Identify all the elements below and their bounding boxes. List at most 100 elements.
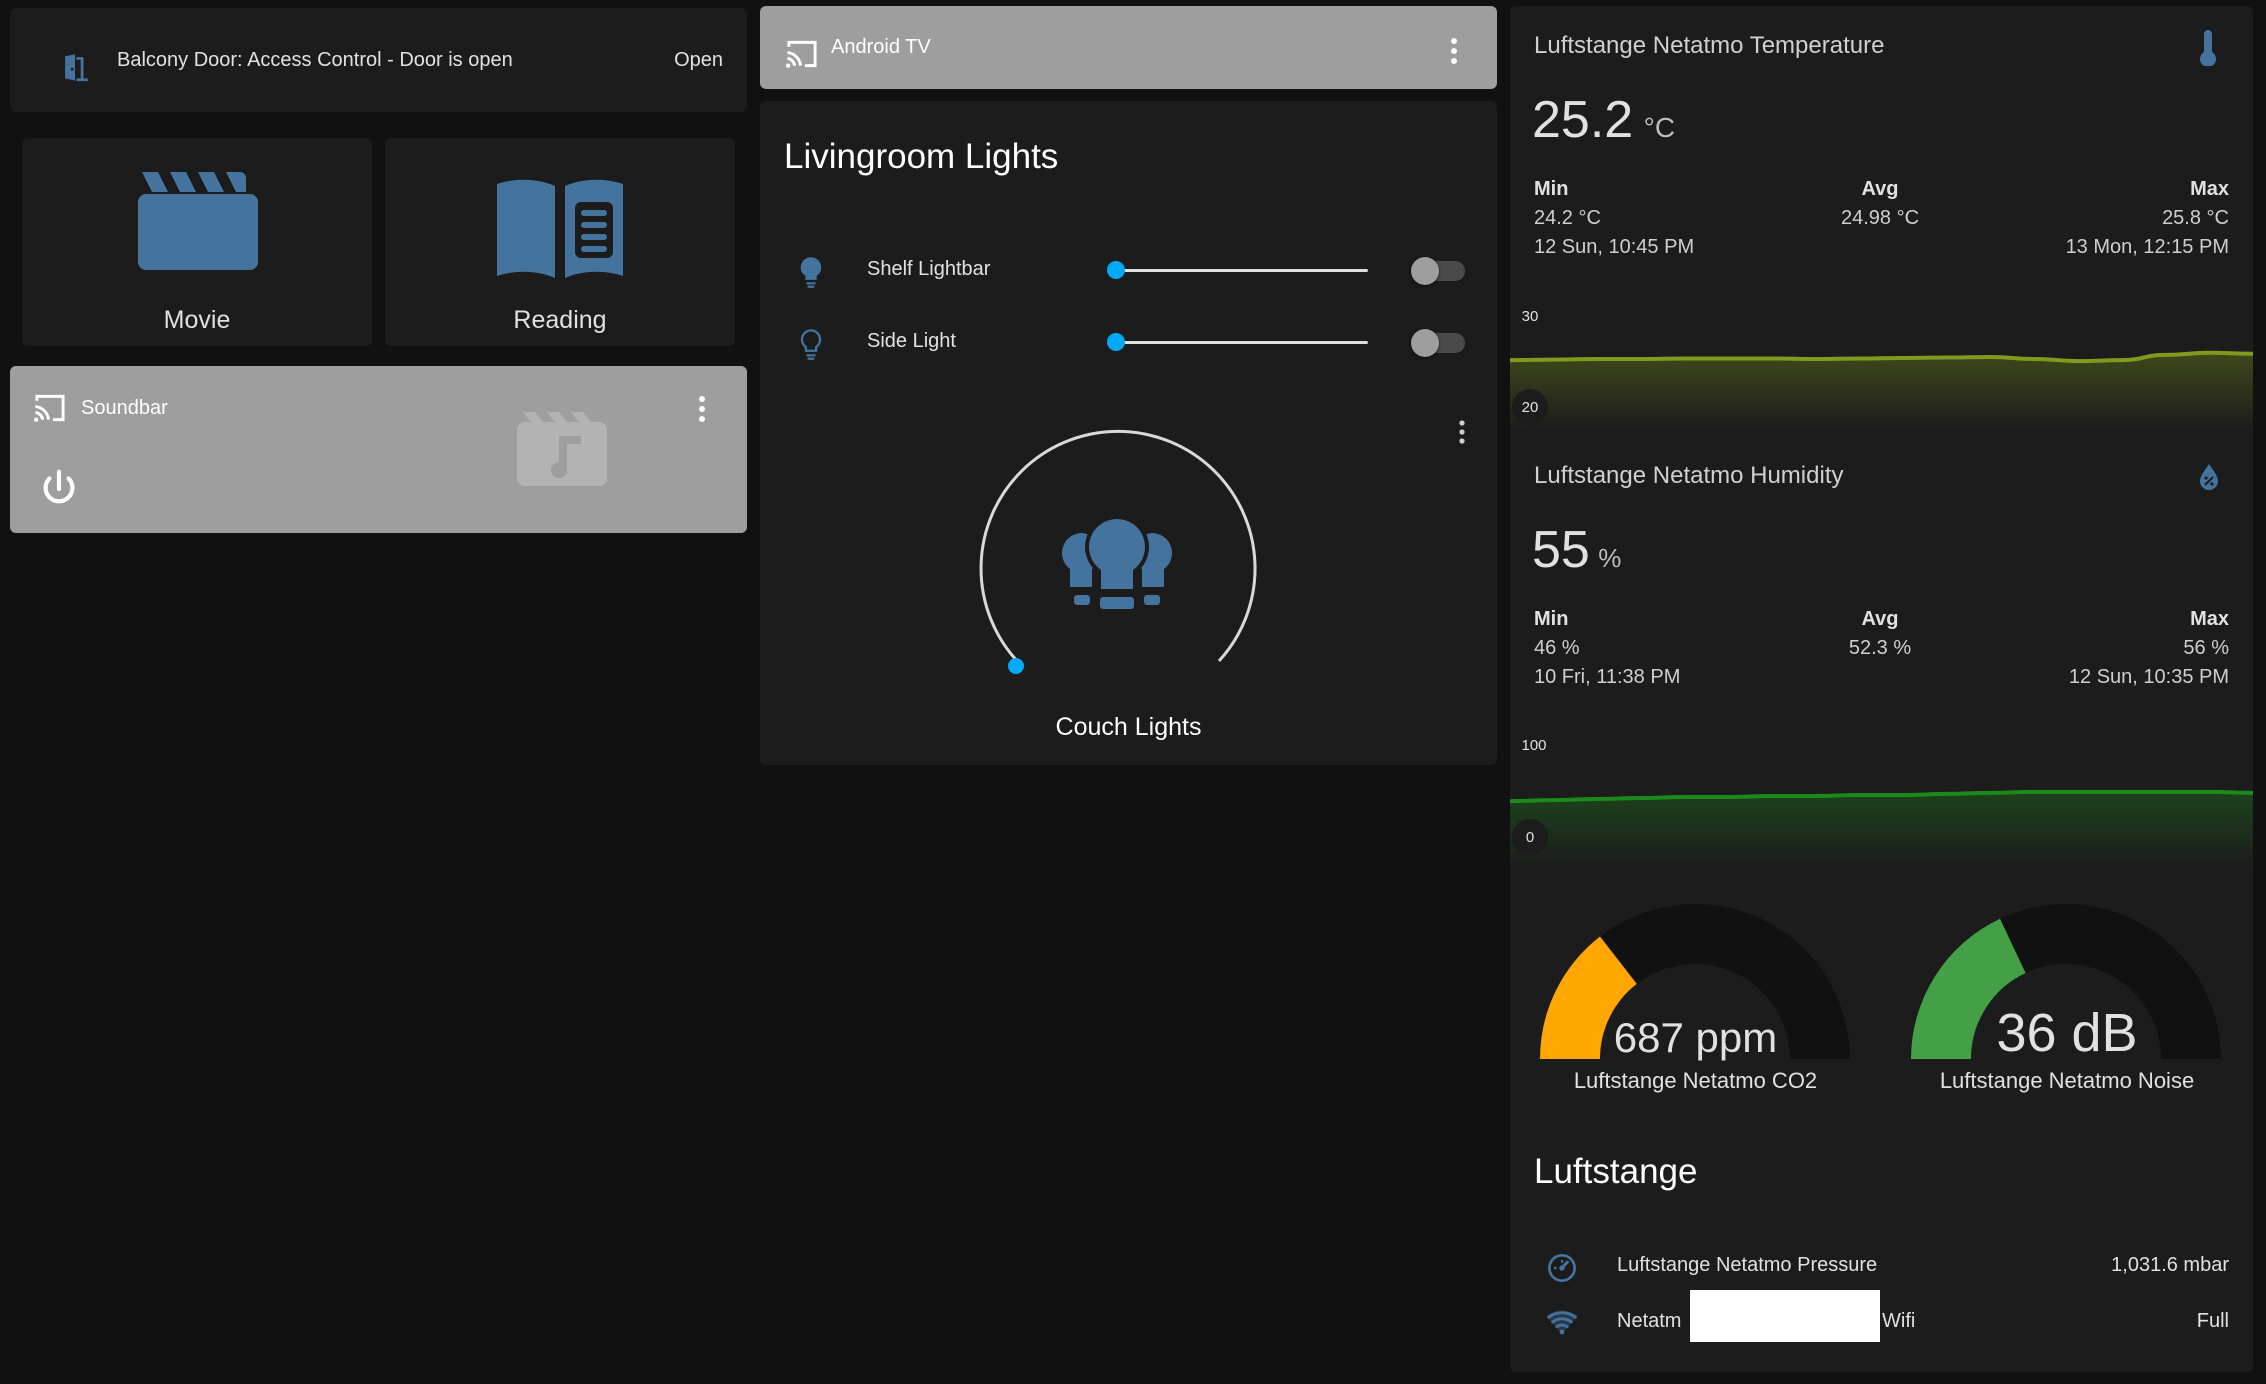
pressure-value: 1,031.6 mbar <box>2111 1254 2229 1276</box>
humidity-min-block: Min 46 % 10 Fri, 11:38 PM <box>1534 608 1680 689</box>
temperature-avg-value: 24.98 °C <box>1840 207 1920 229</box>
temperature-max-value: 25.8 °C <box>2162 207 2229 229</box>
water-percent-icon <box>2200 464 2218 490</box>
brightness-slider-shelf[interactable] <box>1116 269 1368 272</box>
scene-button-movie[interactable]: Movie <box>22 138 372 346</box>
humidity-card[interactable]: Luftstange Netatmo Humidity 55 % Min 46 … <box>1510 436 2253 868</box>
toggle-knob-shelf <box>1411 257 1439 285</box>
lightbulb-icon[interactable] <box>797 255 825 289</box>
cast-icon <box>34 394 65 422</box>
movie-clapper-icon <box>138 172 258 270</box>
humidity-title: Luftstange Netatmo Humidity <box>1534 462 1844 489</box>
humidity-max-block: Max 56 % 12 Sun, 10:35 PM <box>2069 608 2229 689</box>
dial-handle[interactable] <box>1008 658 1024 674</box>
brightness-knob-shelf[interactable] <box>1107 261 1125 279</box>
temperature-area <box>1510 352 2253 430</box>
humidity-min-time: 10 Fri, 11:38 PM <box>1534 666 1681 688</box>
co2-value: 687 ppm <box>1613 1014 1778 1061</box>
toggle-shelf[interactable] <box>1411 257 1465 285</box>
temperature-avg-block: Avg 24.98 °C <box>1800 178 1960 230</box>
pressure-name: Luftstange Netatmo Pressure <box>1617 1254 1878 1276</box>
humidity-avg-value: 52.3 % <box>1848 637 1912 659</box>
humidity-area <box>1510 791 2253 868</box>
toggle-side[interactable] <box>1411 329 1465 357</box>
humidity-unit: % <box>1598 543 1622 573</box>
humidity-value: 55 <box>1532 521 1590 579</box>
humidity-axis-max: 100 <box>1516 727 1552 763</box>
wifi-name-suffix: Wifi <box>1882 1310 1916 1332</box>
toggle-knob-side <box>1411 329 1439 357</box>
wifi-name-prefix: Netatm <box>1617 1310 1682 1332</box>
pressure-row[interactable]: Luftstange Netatmo Pressure 1,031.6 mbar <box>1510 1240 2253 1290</box>
temperature-avg-label: Avg <box>1861 178 1899 200</box>
co2-gauge-card[interactable]: 687 ppm Luftstange Netatmo CO2 <box>1510 874 1881 1104</box>
noise-gauge-card[interactable]: 36 dB Luftstange Netatmo Noise <box>1881 874 2253 1104</box>
temperature-axis-max: 30 <box>1512 298 1548 334</box>
scene-button-reading[interactable]: Reading <box>385 138 735 346</box>
luftstange-title: Luftstange <box>1534 1152 1698 1191</box>
android-tv-name: Android TV <box>831 36 931 58</box>
scene-label-reading: Reading <box>513 306 607 334</box>
livingroom-title: Livingroom Lights <box>784 137 1059 176</box>
wifi-row[interactable]: Netatm Wifi Full <box>1510 1290 2253 1346</box>
wifi-icon <box>1546 1310 1578 1335</box>
temperature-card[interactable]: Luftstange Netatmo Temperature 25.2 °C M… <box>1510 6 2253 430</box>
wifi-value: Full <box>2196 1310 2229 1332</box>
power-icon[interactable] <box>36 466 82 512</box>
temperature-max-label: Max <box>2190 178 2229 200</box>
more-vertical-icon[interactable] <box>1457 419 1467 445</box>
humidity-value-line: 55 % <box>1532 520 1621 580</box>
book-open-icon <box>497 179 623 278</box>
couch-lights-name: Couch Lights <box>1055 713 1202 741</box>
right-column-stack: Luftstange Netatmo Temperature 25.2 °C M… <box>1510 6 2253 1372</box>
temperature-max-block: Max 25.8 °C 13 Mon, 12:15 PM <box>2066 178 2229 259</box>
temperature-line <box>1510 350 2253 364</box>
noise-value: 36 dB <box>1996 1003 2138 1063</box>
light-name-shelf: Shelf Lightbar <box>867 258 991 280</box>
co2-name: Luftstange Netatmo CO2 <box>1573 1068 1818 1093</box>
noise-name: Luftstange Netatmo Noise <box>1939 1068 2195 1093</box>
temperature-min-value: 24.2 °C <box>1534 207 1601 229</box>
temperature-min-time: 12 Sun, 10:45 PM <box>1534 236 1695 258</box>
temperature-unit: °C <box>1643 112 1676 143</box>
humidity-max-value: 56 % <box>2183 637 2229 659</box>
soundbar-card: Soundbar <box>10 366 747 533</box>
temperature-axis-min: 20 <box>1512 389 1548 425</box>
redaction-box <box>1690 1290 1880 1342</box>
cast-icon <box>786 40 817 68</box>
more-vertical-icon[interactable] <box>1448 36 1460 66</box>
light-name-side: Side Light <box>867 330 956 352</box>
gauge-icon <box>1548 1254 1576 1282</box>
temperature-min-label: Min <box>1534 178 1569 200</box>
brightness-slider-side[interactable] <box>1116 341 1368 344</box>
music-video-icon <box>517 412 607 486</box>
temperature-history-graph <box>1510 350 2253 430</box>
temperature-value-line: 25.2 °C <box>1532 90 1675 150</box>
scene-label-movie: Movie <box>163 306 231 334</box>
android-tv-card: Android TV <box>760 6 1497 89</box>
brightness-knob-side[interactable] <box>1107 333 1125 351</box>
balcony-door-label: Balcony Door: Access Control - Door is o… <box>117 49 513 71</box>
more-vertical-icon[interactable] <box>696 394 708 424</box>
temperature-value: 25.2 <box>1532 91 1634 149</box>
door-open-icon <box>65 54 88 82</box>
balcony-door-card[interactable]: Balcony Door: Access Control - Door is o… <box>10 8 747 112</box>
humidity-max-label: Max <box>2190 608 2229 630</box>
humidity-axis-min: 0 <box>1512 819 1548 855</box>
lightbulb-outline-icon[interactable] <box>797 327 825 361</box>
balcony-door-state: Open <box>674 49 723 71</box>
humidity-avg-label: Avg <box>1861 608 1899 630</box>
humidity-history-graph <box>1510 789 2253 868</box>
temperature-max-time: 13 Mon, 12:15 PM <box>2065 236 2229 258</box>
thermometer-icon <box>2200 30 2216 66</box>
temperature-min-block: Min 24.2 °C 12 Sun, 10:45 PM <box>1534 178 1694 259</box>
lightbulb-group-icon[interactable] <box>1052 515 1182 635</box>
humidity-min-value: 46 % <box>1534 637 1580 659</box>
luftstange-card: Luftstange Luftstange Netatmo Pressure 1… <box>1510 1110 2253 1372</box>
soundbar-name: Soundbar <box>81 397 168 419</box>
humidity-min-label: Min <box>1534 608 1569 630</box>
livingroom-lights-card: Livingroom Lights Shelf Lightbar Side Li… <box>760 101 1497 765</box>
temperature-title: Luftstange Netatmo Temperature <box>1534 32 1885 59</box>
humidity-max-time: 12 Sun, 10:35 PM <box>2068 666 2229 688</box>
humidity-avg-block: Avg 52.3 % <box>1800 608 1960 660</box>
